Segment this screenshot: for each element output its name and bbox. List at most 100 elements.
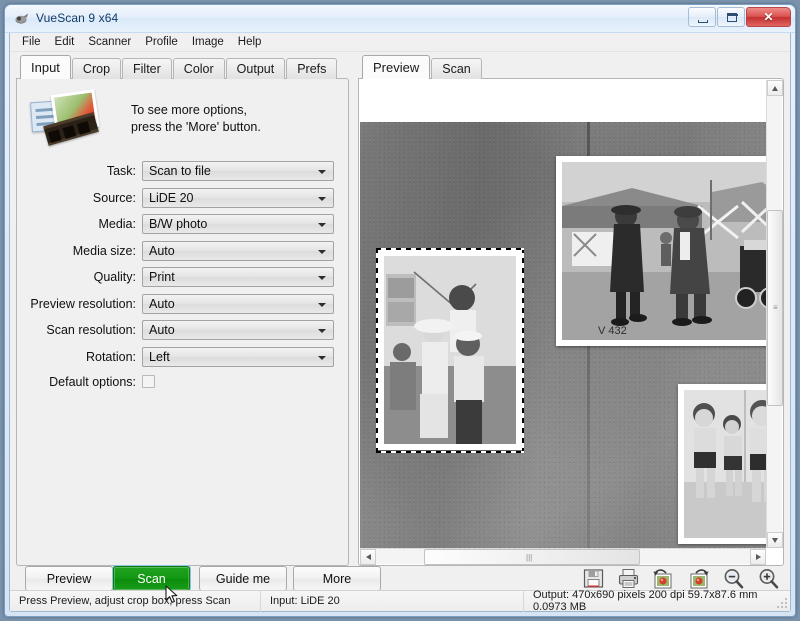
- preview-resolution-select[interactable]: Auto: [142, 294, 334, 314]
- window-controls: ✕: [688, 7, 791, 27]
- source-select-value: LiDE 20: [143, 191, 193, 205]
- minimize-button[interactable]: [688, 7, 716, 27]
- vertical-scroll-thumb[interactable]: ≡: [767, 210, 783, 406]
- menu-file[interactable]: File: [15, 34, 48, 50]
- scroll-left-button[interactable]: [360, 549, 376, 565]
- scroll-right-button[interactable]: [750, 549, 766, 565]
- label-rotation: Rotation:: [86, 350, 136, 364]
- triangle-right-icon: [756, 554, 761, 560]
- label-quality: Quality:: [94, 270, 136, 284]
- photo-two-women-walking: V 432: [556, 156, 766, 346]
- horizontal-scroll-thumb[interactable]: |||: [424, 549, 640, 565]
- photo-group-with-hats: [378, 250, 522, 450]
- tab-output[interactable]: Output: [226, 58, 286, 79]
- save-icon[interactable]: [582, 567, 605, 590]
- tab-crop[interactable]: Crop: [72, 58, 121, 79]
- preview-button[interactable]: Preview: [25, 566, 113, 591]
- preview-horizontal-scrollbar[interactable]: |||: [360, 548, 766, 564]
- status-bar: Press Preview, adjust crop box, press Sc…: [10, 590, 790, 611]
- chevron-down-icon: [318, 329, 326, 333]
- scan-resolution-select[interactable]: Auto: [142, 320, 334, 340]
- media-select[interactable]: B/W photo: [142, 214, 334, 234]
- chevron-down-icon: [318, 356, 326, 360]
- rotation-select-value: Left: [143, 350, 170, 364]
- photo-caption: V 432: [598, 325, 627, 337]
- scroll-up-button[interactable]: [767, 80, 783, 96]
- label-preview-resolution: Preview resolution:: [30, 297, 136, 311]
- photo-boys-swimwear: [678, 384, 766, 544]
- guide-me-button[interactable]: Guide me: [199, 566, 287, 591]
- chevron-down-icon: [318, 276, 326, 280]
- task-select-value: Scan to file: [143, 164, 211, 178]
- settings-tabstrip: Input Crop Filter Color Output Prefs: [16, 55, 349, 79]
- input-tab-panel: To see more options, press the 'More' bu…: [16, 78, 349, 566]
- zoom-in-icon[interactable]: [757, 567, 780, 590]
- preview-toolbar: [582, 567, 780, 590]
- rotation-select[interactable]: Left: [142, 347, 334, 367]
- chevron-down-icon: [318, 303, 326, 307]
- hint-text: To see more options, press the 'More' bu…: [131, 102, 261, 136]
- status-output: Output: 470x690 pixels 200 dpi 59.7x87.6…: [524, 591, 790, 611]
- scan-resolution-select-value: Auto: [143, 323, 175, 337]
- preview-panel: V 432: [358, 78, 784, 566]
- scroll-thumb-grip-h: |||: [526, 553, 532, 562]
- menu-scanner[interactable]: Scanner: [81, 34, 138, 50]
- menu-bar: File Edit Scanner Profile Image Help: [10, 33, 790, 52]
- more-button[interactable]: More: [293, 566, 381, 591]
- media-size-select[interactable]: Auto: [142, 241, 334, 261]
- album-page-image: V 432: [360, 122, 766, 548]
- default-options-checkbox[interactable]: [142, 375, 155, 388]
- menu-help[interactable]: Help: [231, 34, 269, 50]
- tab-scan[interactable]: Scan: [431, 58, 482, 79]
- scroll-down-button[interactable]: [767, 532, 783, 548]
- quality-select-value: Print: [143, 270, 175, 284]
- hint-row: To see more options, press the 'More' bu…: [17, 79, 348, 153]
- maximize-button[interactable]: [717, 7, 745, 27]
- field-row-preview-resolution: Preview resolution: Auto: [17, 294, 334, 314]
- field-row-quality: Quality: Print: [17, 267, 334, 287]
- label-source: Source:: [93, 191, 136, 205]
- tab-filter[interactable]: Filter: [122, 58, 172, 79]
- preview-tabstrip: Preview Scan: [358, 55, 784, 79]
- chevron-down-icon: [318, 170, 326, 174]
- zoom-out-icon[interactable]: [722, 567, 745, 590]
- menu-profile[interactable]: Profile: [138, 34, 185, 50]
- print-icon[interactable]: [617, 567, 640, 590]
- tab-preview[interactable]: Preview: [362, 55, 430, 79]
- field-row-scan-resolution: Scan resolution: Auto: [17, 320, 334, 340]
- status-input: Input: LiDE 20: [261, 591, 523, 611]
- chevron-down-icon: [318, 223, 326, 227]
- close-button[interactable]: ✕: [746, 7, 791, 27]
- tab-prefs[interactable]: Prefs: [286, 58, 337, 79]
- media-size-select-value: Auto: [143, 244, 175, 258]
- triangle-up-icon: [772, 86, 778, 91]
- quality-select[interactable]: Print: [142, 267, 334, 287]
- label-media-size: Media size:: [73, 244, 136, 258]
- vuescan-icon: [14, 11, 30, 27]
- menu-edit[interactable]: Edit: [48, 34, 82, 50]
- close-icon: ✕: [747, 11, 790, 24]
- source-select[interactable]: LiDE 20: [142, 188, 334, 208]
- chevron-down-icon: [318, 250, 326, 254]
- preview-canvas[interactable]: V 432: [360, 80, 766, 548]
- client-area: File Edit Scanner Profile Image Help Inp…: [9, 33, 791, 612]
- rotate-left-icon[interactable]: [652, 567, 675, 590]
- photo-film-collage-icon: [31, 91, 115, 147]
- preview-vertical-scrollbar[interactable]: ≡: [766, 80, 782, 548]
- tab-color[interactable]: Color: [173, 58, 225, 79]
- tab-input[interactable]: Input: [20, 55, 71, 79]
- task-select[interactable]: Scan to file: [142, 161, 334, 181]
- field-row-source: Source: LiDE 20: [17, 188, 334, 208]
- hint-line-1: To see more options,: [131, 102, 261, 119]
- label-default-options: Default options:: [49, 375, 136, 389]
- field-row-media: Media: B/W photo: [17, 214, 334, 234]
- rotate-right-icon[interactable]: [687, 567, 710, 590]
- media-select-value: B/W photo: [143, 217, 207, 231]
- settings-form: Task: Scan to file Source: LiDE 20: [17, 153, 348, 389]
- window-title: VueScan 9 x64: [36, 11, 118, 25]
- field-row-media-size: Media size: Auto: [17, 241, 334, 261]
- resize-grip[interactable]: [777, 598, 787, 608]
- preview-resolution-select-value: Auto: [143, 297, 175, 311]
- menu-image[interactable]: Image: [185, 34, 231, 50]
- preview-area: Preview Scan: [358, 55, 784, 566]
